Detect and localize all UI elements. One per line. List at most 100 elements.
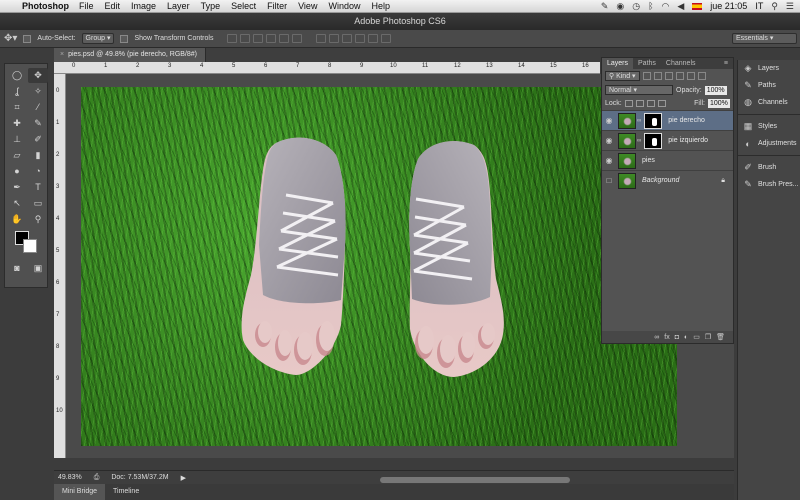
wifi-icon[interactable]: ◠: [662, 1, 670, 12]
layer-row[interactable]: ◉ pies: [602, 150, 733, 170]
menu-view[interactable]: View: [298, 1, 317, 11]
link-layers-icon[interactable]: ∞: [654, 334, 659, 341]
stamp-tool-icon[interactable]: ⊥: [7, 132, 27, 147]
distribute-left-icon[interactable]: [355, 34, 366, 43]
hand-tool-icon[interactable]: ✋: [7, 212, 27, 227]
magic-wand-tool-icon[interactable]: ✧: [28, 84, 48, 99]
layer-name[interactable]: pies: [642, 157, 655, 164]
tab-channels[interactable]: Channels: [661, 58, 701, 69]
distribute-right-icon[interactable]: [381, 34, 392, 43]
zoom-level[interactable]: 49.83%: [58, 474, 82, 481]
align-left-icon[interactable]: [266, 34, 277, 43]
menu-window[interactable]: Window: [328, 1, 360, 11]
brush-tool-icon[interactable]: ✎: [28, 116, 48, 131]
clock[interactable]: jue 21:05: [710, 1, 747, 11]
ps-icon[interactable]: ◉: [616, 1, 624, 12]
opacity-input[interactable]: 100%: [704, 85, 727, 95]
kind-filter-dropdown[interactable]: ⚲ Kind ▾: [605, 71, 640, 81]
layer-style-icon[interactable]: fx: [664, 334, 669, 341]
dock-brush-presets[interactable]: ✎ Brush Pres...: [738, 176, 800, 193]
workspace-dropdown[interactable]: Essentials ▾: [732, 33, 797, 44]
align-top-icon[interactable]: [227, 34, 238, 43]
filter-smart-object-icon[interactable]: [686, 72, 695, 80]
horizontal-scrollbar[interactable]: [380, 477, 570, 483]
dock-brush[interactable]: ✐ Brush: [738, 159, 800, 176]
screen-mode-icon[interactable]: ▣: [28, 261, 48, 276]
background-color-swatch[interactable]: [23, 239, 37, 253]
menu-edit[interactable]: Edit: [105, 1, 121, 11]
lasso-tool-icon[interactable]: ʆ: [7, 84, 27, 99]
align-vcenter-icon[interactable]: [240, 34, 251, 43]
status-menu-arrow-icon[interactable]: ▶: [181, 474, 186, 482]
show-transform-checkbox[interactable]: [120, 34, 129, 43]
document-tab[interactable]: × pies.psd @ 49.8% (pie derecho, RGB/8#): [54, 48, 206, 62]
layer-mask-thumbnail[interactable]: [644, 132, 663, 149]
panel-menu-icon[interactable]: ≡: [719, 58, 733, 69]
dock-layers[interactable]: ◈ Layers: [738, 60, 800, 77]
lock-image-icon[interactable]: [635, 100, 644, 107]
filter-type-icon[interactable]: [664, 72, 673, 80]
eraser-tool-icon[interactable]: ▱: [7, 148, 27, 163]
dock-paths[interactable]: ✎ Paths: [738, 77, 800, 94]
menu-layer[interactable]: Layer: [167, 1, 190, 11]
spotlight-icon[interactable]: ⚲: [771, 1, 778, 12]
healing-brush-tool-icon[interactable]: ✚: [7, 116, 27, 131]
quick-mask-icon[interactable]: ◙: [7, 261, 27, 276]
filter-pixel-icon[interactable]: [642, 72, 651, 80]
bluetooth-icon[interactable]: ᛒ: [648, 1, 653, 11]
filter-shape-icon[interactable]: [675, 72, 684, 80]
close-tab-icon[interactable]: ×: [60, 51, 64, 58]
layer-name[interactable]: pie derecho: [668, 117, 705, 124]
auto-select-checkbox[interactable]: [23, 34, 32, 43]
lock-position-icon[interactable]: [646, 100, 655, 107]
distribute-bottom-icon[interactable]: [342, 34, 353, 43]
tab-mini-bridge[interactable]: Mini Bridge: [54, 484, 106, 500]
filter-toggle-icon[interactable]: [697, 72, 706, 80]
blend-mode-dropdown[interactable]: Normal ▾: [605, 85, 673, 95]
layer-mask-thumbnail[interactable]: [644, 112, 663, 129]
input-source[interactable]: IT: [755, 1, 763, 11]
visibility-eye-icon[interactable]: ◉: [602, 136, 616, 145]
path-selection-tool-icon[interactable]: ↖: [7, 196, 27, 211]
new-layer-icon[interactable]: ❐: [705, 333, 711, 341]
distribute-hcenter-icon[interactable]: [368, 34, 379, 43]
time-machine-icon[interactable]: ◷: [632, 1, 640, 12]
volume-icon[interactable]: ◀: [677, 1, 684, 12]
add-mask-icon[interactable]: ◘: [675, 334, 679, 341]
lock-transparent-icon[interactable]: [624, 100, 633, 107]
filter-adjustment-icon[interactable]: [653, 72, 662, 80]
layer-name[interactable]: Background: [642, 177, 679, 184]
lock-all-icon[interactable]: [657, 100, 666, 107]
visibility-toggle[interactable]: □: [602, 176, 616, 185]
dock-styles[interactable]: ▦ Styles: [738, 118, 800, 135]
mask-link-icon[interactable]: ∞: [637, 118, 641, 124]
app-menu[interactable]: Photoshop: [22, 1, 69, 11]
dock-adjustments[interactable]: ◐ Adjustments: [738, 135, 800, 152]
dock-channels[interactable]: ◍ Channels: [738, 94, 800, 111]
menu-select[interactable]: Select: [231, 1, 256, 11]
delete-layer-icon[interactable]: 🗑︎: [716, 333, 725, 341]
zoom-tool-icon[interactable]: ⚲: [28, 212, 48, 227]
layer-row[interactable]: □ Background 🔒︎: [602, 170, 733, 190]
tab-layers[interactable]: Layers: [602, 58, 634, 69]
document-canvas[interactable]: [81, 87, 677, 446]
auto-select-dropdown[interactable]: Group ▾: [81, 33, 115, 44]
align-hcenter-icon[interactable]: [279, 34, 290, 43]
tab-timeline[interactable]: Timeline: [105, 484, 147, 500]
shape-tool-icon[interactable]: ▭: [28, 196, 48, 211]
crop-tool-icon[interactable]: ⌗: [7, 100, 27, 115]
distribute-top-icon[interactable]: [316, 34, 327, 43]
menu-filter[interactable]: Filter: [267, 1, 287, 11]
align-right-icon[interactable]: [292, 34, 303, 43]
spanish-flag-icon[interactable]: [692, 2, 703, 10]
gradient-tool-icon[interactable]: ▮: [28, 148, 48, 163]
blur-tool-icon[interactable]: ●: [7, 164, 27, 179]
menu-type[interactable]: Type: [201, 1, 221, 11]
layer-name[interactable]: pie izquierdo: [668, 137, 708, 144]
layer-row[interactable]: ◉ ∞ pie derecho: [602, 110, 733, 130]
history-brush-tool-icon[interactable]: ✐: [28, 132, 48, 147]
fill-input[interactable]: 100%: [708, 99, 730, 108]
mask-link-icon[interactable]: ∞: [637, 138, 641, 144]
align-bottom-icon[interactable]: [253, 34, 264, 43]
eyedropper-tool-icon[interactable]: ⁄: [28, 100, 48, 115]
